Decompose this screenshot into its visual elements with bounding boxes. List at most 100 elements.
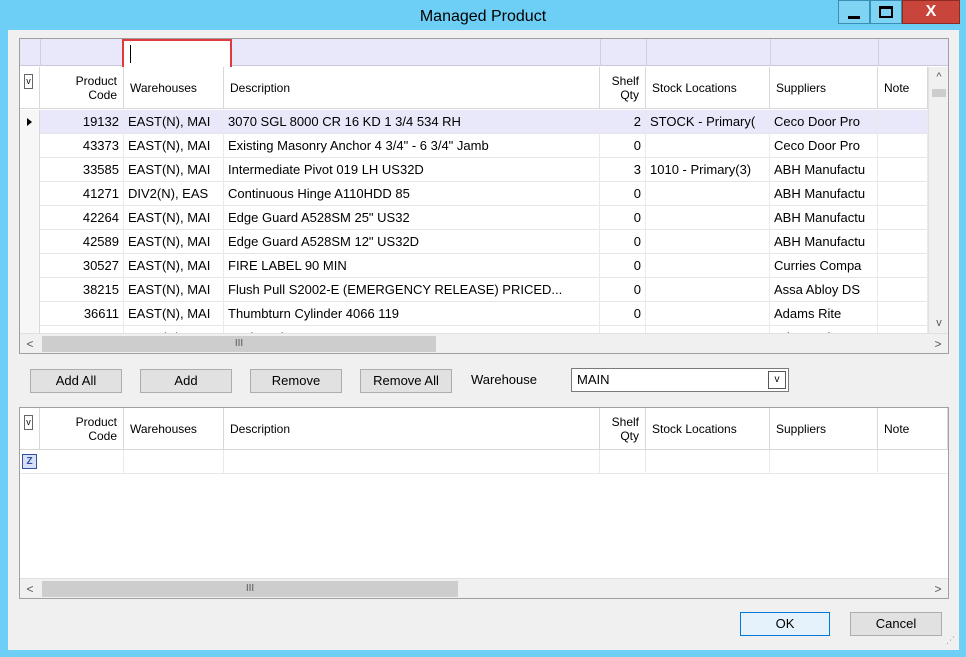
- row-header[interactable]: [20, 182, 40, 206]
- warehouses-cell[interactable]: EAST(N), MAI: [124, 134, 224, 158]
- description-cell[interactable]: Thumbturn Cylinder 4066 119: [224, 302, 600, 326]
- select-column-header[interactable]: v: [20, 408, 40, 450]
- stock-locations-cell[interactable]: [646, 326, 770, 333]
- note-cell[interactable]: [878, 254, 928, 278]
- warehouses-cell[interactable]: DIV2(N), EAS: [124, 182, 224, 206]
- shelf-qty-cell[interactable]: 0: [600, 230, 646, 254]
- shelf-qty-cell[interactable]: 0: [600, 182, 646, 206]
- suppliers-cell[interactable]: ABH Manufactu: [770, 182, 878, 206]
- table-row[interactable]: 36611 EAST(N), MAI Thumbturn Cylinder 4066…: [20, 302, 928, 326]
- filter-icon[interactable]: Z: [22, 454, 37, 469]
- stock-locations-cell[interactable]: STOCK - Primary(: [646, 110, 770, 134]
- warehouses-header[interactable]: Warehouses: [124, 408, 224, 450]
- product-code-cell[interactable]: 41271: [40, 182, 124, 206]
- suppliers-cell[interactable]: ABH Manufactu: [770, 230, 878, 254]
- stock-locations-cell[interactable]: [646, 134, 770, 158]
- product-code-cell[interactable]: 42964: [40, 326, 124, 333]
- shelf-qty-cell[interactable]: 0: [600, 134, 646, 158]
- row-header[interactable]: [20, 254, 40, 278]
- shelf-qty-header[interactable]: Shelf Qty: [600, 408, 646, 450]
- warehouses-header[interactable]: Warehouses: [124, 67, 224, 109]
- vertical-scrollbar[interactable]: ^ v: [928, 67, 948, 333]
- product-code-cell[interactable]: 33585: [40, 158, 124, 182]
- remove-all-button[interactable]: Remove All: [360, 369, 452, 393]
- shelf-qty-cell[interactable]: 0: [600, 302, 646, 326]
- stock-locations-cell[interactable]: [646, 302, 770, 326]
- description-cell[interactable]: Intermediate Pivot 019 LH US32D: [224, 158, 600, 182]
- warehouses-filter-input[interactable]: [122, 39, 232, 69]
- column-chooser-icon[interactable]: v: [24, 73, 33, 89]
- stock-locations-cell[interactable]: [646, 182, 770, 206]
- description-cell[interactable]: FIRE LABEL 90 MIN: [224, 254, 600, 278]
- scroll-left-icon[interactable]: <: [20, 334, 40, 353]
- suppliers-cell[interactable]: Adams Rite: [770, 302, 878, 326]
- description-cell[interactable]: Edge Guard A528SM 12" US32D: [224, 230, 600, 254]
- table-row[interactable]: 19132 EAST(N), MAI 3070 SGL 8000 CR 16 KD …: [20, 110, 928, 134]
- column-chooser-icon[interactable]: v: [24, 414, 33, 430]
- filter-cell[interactable]: [646, 450, 770, 474]
- shelf-qty-cell[interactable]: 0: [600, 206, 646, 230]
- description-cell[interactable]: Continuous Hinge A110HDD 85: [224, 182, 600, 206]
- shelf-qty-cell[interactable]: 3: [600, 158, 646, 182]
- note-header[interactable]: Note: [878, 67, 928, 109]
- note-header[interactable]: Note: [878, 408, 948, 450]
- row-header[interactable]: [20, 110, 40, 134]
- product-code-cell[interactable]: 30527: [40, 254, 124, 278]
- suppliers-cell[interactable]: Adams Rite: [770, 326, 878, 333]
- description-cell[interactable]: Existing Masonry Anchor 4 3/4" - 6 3/4" …: [224, 134, 600, 158]
- table-row[interactable]: 33585 EAST(N), MAI Intermediate Pivot 019 …: [20, 158, 928, 182]
- horizontal-scroll-thumb[interactable]: III: [42, 581, 458, 597]
- stock-locations-cell[interactable]: [646, 278, 770, 302]
- filter-cell[interactable]: [770, 450, 878, 474]
- cancel-button[interactable]: Cancel: [850, 612, 942, 636]
- select-column-header[interactable]: v: [20, 67, 40, 109]
- suppliers-cell[interactable]: Ceco Door Pro: [770, 134, 878, 158]
- product-code-header[interactable]: Product Code: [40, 67, 124, 109]
- vertical-scroll-thumb[interactable]: [932, 89, 946, 97]
- note-cell[interactable]: [878, 158, 928, 182]
- row-header[interactable]: [20, 158, 40, 182]
- table-row[interactable]: 41271 DIV2(N), EAS Continuous Hinge A110HD…: [20, 182, 928, 206]
- scroll-down-icon[interactable]: v: [929, 313, 948, 333]
- note-cell[interactable]: [878, 206, 928, 230]
- row-header[interactable]: [20, 326, 40, 333]
- description-header[interactable]: Description: [224, 408, 600, 450]
- shelf-qty-cell[interactable]: 2: [600, 110, 646, 134]
- resize-grip-icon[interactable]: ⋰: [946, 635, 955, 646]
- note-cell[interactable]: [878, 182, 928, 206]
- horizontal-scroll-thumb[interactable]: III: [42, 336, 436, 352]
- filter-cell[interactable]: [600, 450, 646, 474]
- table-row[interactable]: 42264 EAST(N), MAI Edge Guard A528SM 25" U…: [20, 206, 928, 230]
- filter-cell[interactable]: [40, 450, 124, 474]
- minimize-button[interactable]: [838, 0, 870, 24]
- note-cell[interactable]: [878, 110, 928, 134]
- suppliers-cell[interactable]: Ceco Door Pro: [770, 110, 878, 134]
- suppliers-cell[interactable]: ABH Manufactu: [770, 206, 878, 230]
- scroll-right-icon[interactable]: >: [928, 334, 948, 353]
- warehouses-cell[interactable]: EAST(N), MAI: [124, 110, 224, 134]
- note-cell[interactable]: [878, 278, 928, 302]
- note-cell[interactable]: [878, 326, 928, 333]
- stock-locations-cell[interactable]: [646, 230, 770, 254]
- product-code-cell[interactable]: 42264: [40, 206, 124, 230]
- scroll-right-icon[interactable]: >: [928, 579, 948, 598]
- warehouses-cell[interactable]: EAST(N), MAI: [124, 278, 224, 302]
- table-row[interactable]: 43373 EAST(N), MAI Existing Masonry Anchor…: [20, 134, 928, 158]
- description-header[interactable]: Description: [224, 67, 600, 109]
- suppliers-cell[interactable]: Assa Abloy DS: [770, 278, 878, 302]
- scroll-left-icon[interactable]: <: [20, 579, 40, 598]
- horizontal-scrollbar[interactable]: < III >: [20, 333, 948, 353]
- note-cell[interactable]: [878, 302, 928, 326]
- filter-cell[interactable]: [124, 450, 224, 474]
- shelf-qty-cell[interactable]: 0: [600, 254, 646, 278]
- remove-button[interactable]: Remove: [250, 369, 342, 393]
- warehouses-cell[interactable]: EAST(N), MAI: [124, 302, 224, 326]
- warehouses-cell[interactable]: EAST(N), MAI: [124, 158, 224, 182]
- warehouses-cell[interactable]: EAST(N), MAI: [124, 230, 224, 254]
- close-button[interactable]: X: [902, 0, 960, 24]
- warehouse-select[interactable]: MAIN v: [571, 368, 789, 392]
- scroll-up-icon[interactable]: ^: [929, 67, 948, 87]
- product-code-cell[interactable]: 38215: [40, 278, 124, 302]
- shelf-qty-cell[interactable]: 0: [600, 326, 646, 333]
- product-code-cell[interactable]: 43373: [40, 134, 124, 158]
